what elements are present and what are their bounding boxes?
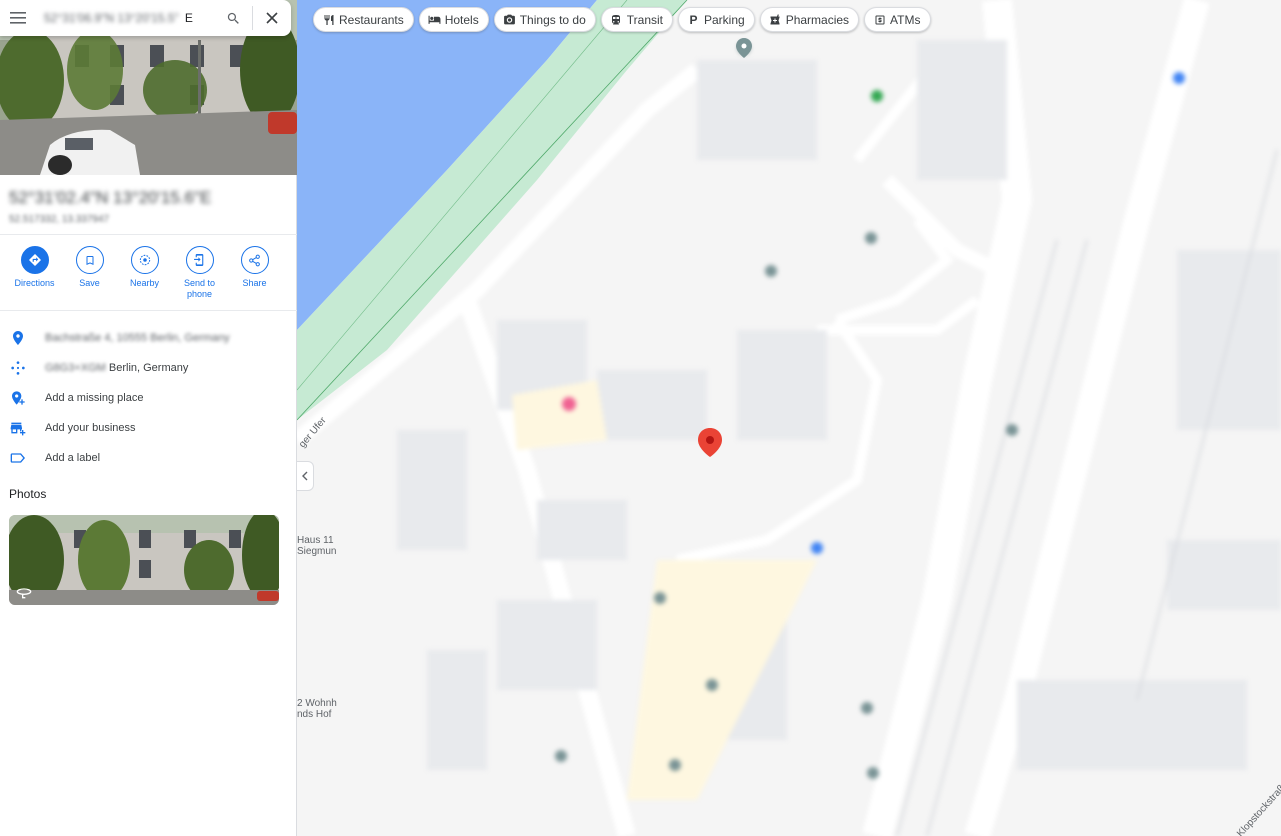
chip-label: Transit bbox=[626, 12, 663, 27]
search-value-suffix: E bbox=[184, 11, 193, 25]
parking-icon: P bbox=[689, 12, 698, 27]
location-pin[interactable] bbox=[698, 428, 722, 457]
photos-heading: Photos bbox=[9, 487, 47, 501]
chip-hotels[interactable]: Hotels bbox=[418, 7, 489, 32]
search-icon bbox=[227, 12, 239, 24]
clear-search-button[interactable] bbox=[253, 0, 291, 36]
search-input[interactable]: 52°31'06.9"N 13°20'15.5" E bbox=[36, 11, 214, 25]
add-missing-place-row[interactable]: Add a missing place bbox=[0, 383, 297, 413]
camera-icon bbox=[503, 13, 516, 26]
filter-chips: Restaurants Hotels Things to do Transit … bbox=[313, 7, 931, 32]
add-business-icon bbox=[10, 422, 26, 436]
coordinates-title: 52°31'02.4"N 13°20'15.6"E bbox=[9, 188, 212, 207]
nearby-icon bbox=[139, 254, 150, 266]
chip-label: ATMs bbox=[890, 12, 921, 27]
poi-label: nds Hof bbox=[297, 709, 332, 720]
action-label: Directions bbox=[14, 278, 55, 288]
hamburger-menu-icon bbox=[10, 12, 26, 24]
address-row[interactable]: Bachstraße 4, 10555 Berlin, Germany bbox=[0, 323, 297, 353]
pharmacy-icon bbox=[769, 13, 782, 26]
chip-atms[interactable]: ATMs bbox=[864, 7, 931, 32]
label-icon bbox=[10, 453, 25, 463]
chevron-left-icon bbox=[302, 471, 308, 481]
action-circle bbox=[130, 246, 159, 274]
save-button[interactable]: Save bbox=[62, 246, 117, 300]
action-circle bbox=[20, 246, 49, 274]
chip-parking[interactable]: P Parking bbox=[678, 7, 755, 32]
add-missing-place-label: Add a missing place bbox=[45, 392, 144, 404]
chip-pharmacies[interactable]: Pharmacies bbox=[759, 7, 860, 32]
poi-label: Siegmun bbox=[297, 546, 337, 557]
place-header: 52°31'02.4"N 13°20'15.6"E 52.517332, 13.… bbox=[9, 188, 211, 225]
add-label-label: Add a label bbox=[45, 452, 101, 464]
add-business-row[interactable]: Add your business bbox=[0, 413, 297, 443]
close-icon bbox=[266, 12, 278, 24]
add-location-icon bbox=[12, 391, 25, 405]
divider bbox=[0, 310, 297, 311]
nearby-button[interactable]: Nearby bbox=[117, 246, 172, 300]
bookmark-icon bbox=[86, 255, 93, 265]
action-label: Nearby bbox=[129, 278, 159, 288]
chip-label: Hotels bbox=[444, 12, 479, 27]
action-label: Share bbox=[242, 278, 267, 288]
address-text: Bachstraße 4, 10555 Berlin, Germany bbox=[45, 332, 230, 344]
directions-button[interactable]: Directions bbox=[7, 246, 62, 300]
fork-knife-icon bbox=[322, 13, 335, 26]
train-icon bbox=[610, 13, 623, 26]
chip-label: Pharmacies bbox=[785, 12, 850, 27]
search-value-obscured: 52°31'06.9"N 13°20'15.5" bbox=[44, 11, 179, 25]
action-circle bbox=[185, 246, 214, 274]
plus-code-obscured: G8G3+XGM bbox=[45, 362, 106, 374]
action-label: Send to phone bbox=[183, 278, 216, 299]
directions-icon bbox=[28, 254, 41, 266]
plus-code-icon bbox=[11, 361, 25, 375]
share-button[interactable]: Share bbox=[227, 246, 282, 300]
action-circle bbox=[75, 246, 104, 274]
search-box: 52°31'06.9"N 13°20'15.5" E bbox=[0, 0, 291, 36]
street-view-360-icon bbox=[16, 586, 32, 604]
menu-button[interactable] bbox=[0, 0, 36, 36]
plus-code-row[interactable]: G8G3+XGM Berlin, Germany bbox=[0, 353, 297, 383]
add-business-label: Add your business bbox=[45, 422, 136, 434]
location-pin-icon bbox=[13, 331, 23, 345]
map-base bbox=[297, 0, 1281, 836]
side-panel: 52°31'06.9"N 13°20'15.5" E 52°31'02.4"N … bbox=[0, 0, 297, 836]
plus-code-locality: Berlin, Germany bbox=[108, 362, 189, 374]
action-label: Save bbox=[79, 278, 100, 288]
send-to-phone-button[interactable]: Send to phone bbox=[172, 246, 227, 300]
send-to-phone-icon bbox=[194, 254, 204, 266]
divider bbox=[0, 234, 297, 235]
map-canvas[interactable]: ger Ufer Haus 11 Siegmun 2 Wohnh nds Hof… bbox=[297, 0, 1281, 836]
coordinates-decimal: 52.517332, 13.337947 bbox=[9, 214, 110, 225]
bed-icon bbox=[428, 13, 441, 26]
search-button[interactable] bbox=[214, 0, 252, 36]
collapse-panel-button[interactable] bbox=[297, 461, 314, 491]
chip-transit[interactable]: Transit bbox=[600, 7, 673, 32]
photo-thumbnail[interactable] bbox=[9, 515, 279, 605]
action-circle bbox=[240, 246, 269, 274]
chip-label: Things to do bbox=[519, 12, 586, 27]
chip-things-to-do[interactable]: Things to do bbox=[493, 7, 596, 32]
share-icon bbox=[249, 254, 260, 266]
chip-restaurants[interactable]: Restaurants bbox=[313, 7, 414, 32]
chip-label: Parking bbox=[704, 12, 745, 27]
action-bar: Directions Save Nearby Send to phone Sha… bbox=[7, 246, 282, 300]
atm-icon bbox=[873, 13, 886, 26]
add-label-row[interactable]: Add a label bbox=[0, 443, 297, 473]
chip-label: Restaurants bbox=[339, 12, 404, 27]
